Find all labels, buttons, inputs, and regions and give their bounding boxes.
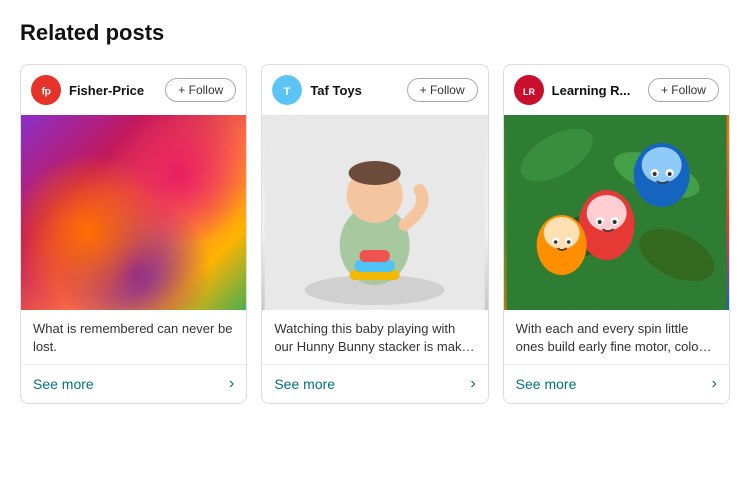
- card-footer-fisher-price[interactable]: See more ›: [21, 364, 246, 403]
- follow-button-fisher-price[interactable]: + Follow: [165, 78, 236, 102]
- card-header-learning-resources: LR Learning R... + Follow: [504, 65, 729, 115]
- card-description-fisher-price: What is remembered can never be lost.: [33, 320, 234, 356]
- brand-name-fisher-price: Fisher-Price: [69, 83, 157, 98]
- svg-text:T: T: [284, 86, 291, 98]
- follow-button-taf-toys[interactable]: + Follow: [407, 78, 478, 102]
- card-fisher-price: fp Fisher-Price + Follow What is remembe…: [20, 64, 247, 404]
- brand-logo-learning-resources: LR: [514, 75, 544, 105]
- svg-text:fp: fp: [42, 87, 51, 98]
- card-taf-toys: T Taf Toys + Follow: [261, 64, 488, 404]
- cards-container: fp Fisher-Price + Follow What is remembe…: [20, 64, 730, 404]
- card-description-learning-resources: With each and every spin little ones bui…: [516, 320, 717, 356]
- card-body-taf-toys: Watching this baby playing with our Hunn…: [262, 310, 487, 364]
- page-title: Related posts: [20, 20, 730, 46]
- card-footer-learning-resources[interactable]: See more ›: [504, 364, 729, 403]
- brand-logo-taf-toys: T: [272, 75, 302, 105]
- card-image-fisher-price: [21, 115, 246, 310]
- card-header-taf-toys: T Taf Toys + Follow: [262, 65, 487, 115]
- see-more-link-taf-toys[interactable]: See more: [274, 376, 335, 392]
- chevron-right-icon-fisher-price: ›: [229, 375, 234, 393]
- chevron-right-icon-learning-resources: ›: [712, 375, 717, 393]
- card-image-learning-resources: [504, 115, 729, 310]
- brand-logo-fisher-price: fp: [31, 75, 61, 105]
- card-body-learning-resources: With each and every spin little ones bui…: [504, 310, 729, 364]
- card-header-fisher-price: fp Fisher-Price + Follow: [21, 65, 246, 115]
- follow-button-learning-resources[interactable]: + Follow: [648, 78, 719, 102]
- card-body-fisher-price: What is remembered can never be lost.: [21, 310, 246, 364]
- brand-name-learning-resources: Learning R...: [552, 83, 640, 98]
- see-more-link-fisher-price[interactable]: See more: [33, 376, 94, 392]
- svg-text:LR: LR: [523, 87, 535, 97]
- card-image-taf-toys: [262, 115, 487, 310]
- card-footer-taf-toys[interactable]: See more ›: [262, 364, 487, 403]
- brand-name-taf-toys: Taf Toys: [310, 83, 398, 98]
- see-more-link-learning-resources[interactable]: See more: [516, 376, 577, 392]
- card-description-taf-toys: Watching this baby playing with our Hunn…: [274, 320, 475, 356]
- chevron-right-icon-taf-toys: ›: [470, 375, 475, 393]
- card-learning-resources: LR Learning R... + Follow: [503, 64, 730, 404]
